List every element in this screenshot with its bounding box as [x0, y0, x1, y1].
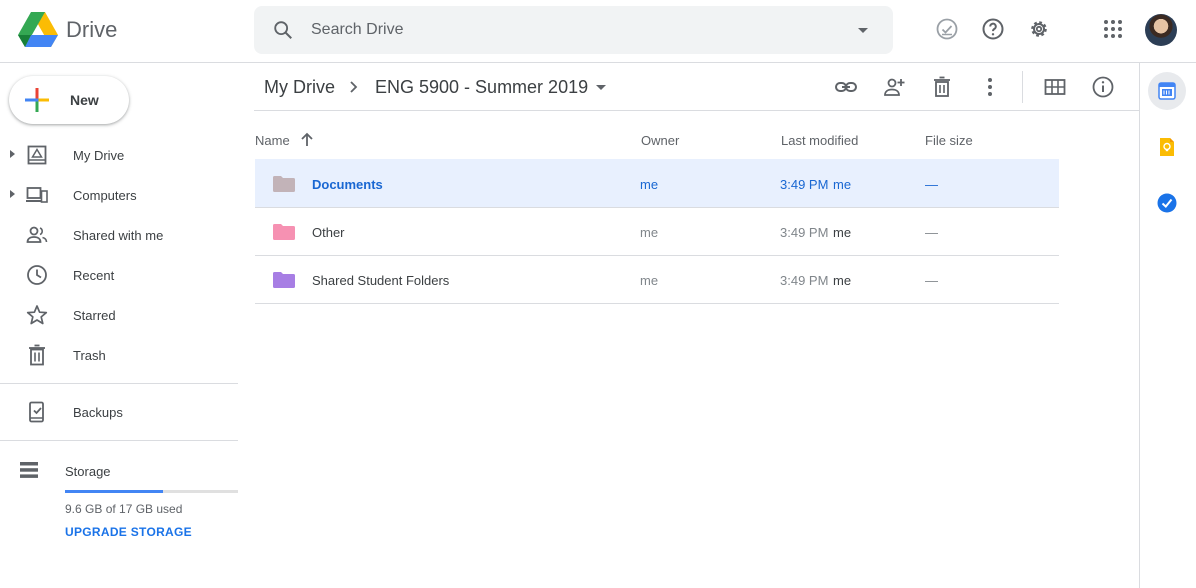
table-row[interactable]: Other me 3:49 PM me — — [255, 207, 1059, 255]
chevron-right-icon — [350, 81, 358, 93]
storage-progress-bar — [65, 490, 238, 493]
sidebar-item-label: Computers — [73, 188, 137, 203]
sidebar-divider — [0, 440, 238, 441]
file-modified-by: me — [833, 177, 852, 192]
sidebar-item-label: Shared with me — [73, 228, 164, 243]
sidebar-item-shared-with-me[interactable]: Shared with me — [0, 215, 238, 255]
sidebar-item-label: Starred — [73, 308, 116, 323]
keep-lightbulb-icon — [1160, 138, 1174, 156]
column-header-file-size: File size — [925, 133, 973, 148]
backups-icon — [29, 401, 44, 423]
account-avatar[interactable] — [1145, 14, 1177, 46]
calendar-addon-button[interactable] — [1148, 72, 1186, 110]
computers-icon — [26, 187, 48, 203]
storage-icon[interactable] — [18, 461, 40, 479]
folder-icon — [273, 176, 295, 192]
search-bar[interactable]: Search Drive — [254, 6, 893, 54]
app-name[interactable]: Drive — [66, 17, 117, 43]
plus-icon — [25, 88, 49, 112]
column-header-name[interactable]: Name — [255, 133, 290, 148]
search-input[interactable]: Search Drive — [311, 21, 403, 39]
file-owner: me — [640, 225, 659, 240]
table-row[interactable]: Documents me 3:49 PM me — — [255, 159, 1059, 207]
sidebar-item-label: Backups — [73, 405, 123, 420]
sidebar-item-trash[interactable]: Trash — [0, 335, 238, 375]
help-icon[interactable] — [981, 17, 1005, 41]
clock-icon — [27, 265, 47, 285]
calendar-icon — [1158, 82, 1176, 100]
column-header-owner: Owner — [641, 133, 680, 148]
storage-progress-fill — [65, 490, 163, 493]
new-button[interactable]: New — [9, 76, 129, 124]
trash-icon — [29, 344, 45, 366]
apps-grid-icon[interactable] — [1101, 17, 1125, 41]
remove-trash-icon[interactable] — [930, 75, 954, 99]
file-name: Other — [312, 225, 345, 240]
sort-ascending-arrow-icon[interactable] — [300, 131, 314, 147]
breadcrumb-root[interactable]: My Drive — [264, 77, 335, 98]
sidebar-item-label: Recent — [73, 268, 115, 283]
top-bar: Drive Search Drive — [0, 0, 1196, 63]
file-owner: me — [640, 177, 659, 192]
get-link-icon[interactable] — [834, 75, 858, 99]
file-size: — — [925, 273, 938, 288]
keep-addon-button[interactable] — [1148, 128, 1186, 166]
file-size: — — [925, 177, 938, 192]
offline-ready-icon[interactable] — [935, 17, 959, 41]
file-modified-time: 3:49 PM — [780, 177, 829, 192]
drive-logo-icon[interactable] — [18, 12, 58, 48]
expand-arrow-icon[interactable] — [10, 190, 15, 198]
file-owner: me — [640, 273, 659, 288]
star-icon — [26, 305, 48, 325]
file-name: Shared Student Folders — [312, 273, 450, 288]
table-bottom-divider — [255, 303, 1059, 304]
my-drive-icon — [27, 145, 47, 165]
search-options-icon[interactable] — [858, 28, 868, 33]
sidebar-item-computers[interactable]: Computers — [0, 175, 238, 215]
search-icon[interactable] — [272, 19, 294, 41]
file-size: — — [925, 225, 938, 240]
folder-icon — [273, 224, 295, 240]
file-modified-by: me — [833, 225, 852, 240]
details-info-icon[interactable] — [1091, 75, 1115, 99]
sidebar-item-starred[interactable]: Starred — [0, 295, 238, 335]
tasks-addon-button[interactable] — [1148, 184, 1186, 222]
breadcrumb-current[interactable]: ENG 5900 - Summer 2019 — [375, 77, 588, 98]
file-modified-by: me — [833, 273, 852, 288]
sidebar-item-recent[interactable]: Recent — [0, 255, 238, 295]
sidebar-item-backups[interactable]: Backups — [0, 392, 238, 432]
new-button-label: New — [70, 92, 99, 108]
file-modified-time: 3:49 PM — [780, 225, 829, 240]
grid-view-icon[interactable] — [1043, 75, 1067, 99]
sidebar-item-label: My Drive — [73, 148, 125, 163]
folder-icon — [273, 272, 295, 288]
storage-title[interactable]: Storage — [65, 464, 111, 479]
expand-arrow-icon[interactable] — [10, 150, 15, 158]
column-header-last-modified[interactable]: Last modified — [781, 133, 858, 148]
toolbar-bottom-divider — [254, 110, 1139, 111]
file-modified-time: 3:49 PM — [780, 273, 829, 288]
file-name: Documents — [312, 177, 383, 192]
share-add-person-icon[interactable] — [882, 75, 906, 99]
storage-used-text: 9.6 GB of 17 GB used — [65, 502, 183, 516]
folder-menu-caret-icon[interactable] — [596, 85, 606, 90]
toolbar-divider — [1022, 71, 1023, 103]
sidebar-divider — [0, 383, 238, 384]
shared-with-me-icon — [26, 226, 48, 243]
more-actions-icon[interactable] — [978, 75, 1002, 99]
tasks-check-icon — [1157, 193, 1177, 213]
sidebar-item-label: Trash — [73, 348, 106, 363]
settings-gear-icon[interactable] — [1027, 17, 1051, 41]
sidebar-item-my-drive[interactable]: My Drive — [0, 135, 238, 175]
table-row[interactable]: Shared Student Folders me 3:49 PM me — — [255, 255, 1059, 303]
upgrade-storage-link[interactable]: UPGRADE STORAGE — [65, 525, 192, 539]
